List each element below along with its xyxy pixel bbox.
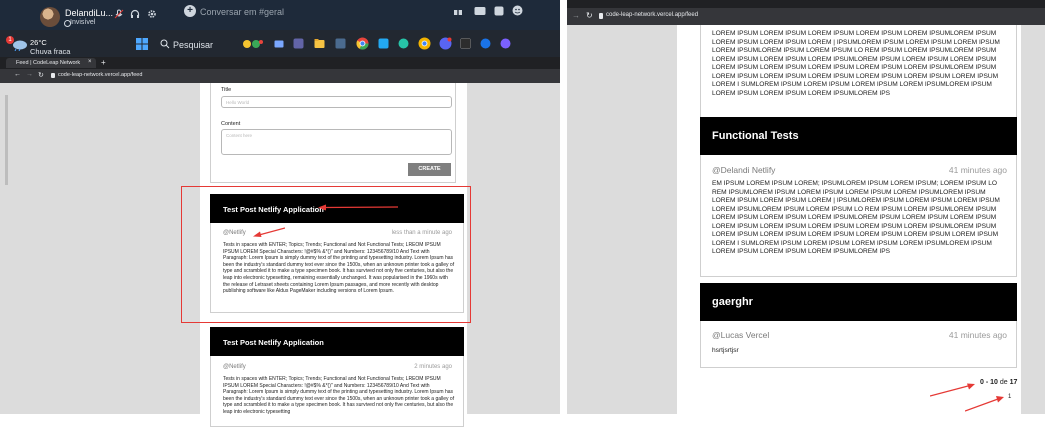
close-tab-icon[interactable]: × xyxy=(88,59,92,65)
post-title: Test Post Netlify Application xyxy=(223,338,324,347)
annotation-arrow-icon xyxy=(253,227,285,237)
chrome-icon[interactable] xyxy=(356,37,369,50)
annotation-arrow-icon xyxy=(318,204,398,211)
pagination-range: 0 - 10 xyxy=(980,379,998,386)
post-card xyxy=(700,318,1017,368)
browser-tab-bar xyxy=(567,0,1045,8)
annotation-arrow-icon xyxy=(930,383,975,397)
sticker-icon[interactable] xyxy=(494,6,504,16)
gear-icon[interactable] xyxy=(147,9,157,19)
annotation-arrow-icon xyxy=(965,396,1004,412)
post-time: 41 minutes ago xyxy=(948,165,1007,175)
forward-icon[interactable]: → xyxy=(572,11,580,20)
search-icon[interactable] xyxy=(160,39,170,49)
profile-name: DelandiLu... xyxy=(65,8,114,18)
pagination-of: de xyxy=(999,379,1008,386)
taskbar-search[interactable]: Pesquisar xyxy=(173,40,213,50)
create-button[interactable]: CREATE xyxy=(408,163,451,176)
weather-description: Chuva fraca xyxy=(30,47,71,56)
pagination-total: 17 xyxy=(1009,379,1018,386)
discord-icon[interactable] xyxy=(439,37,452,50)
terminal-icon[interactable] xyxy=(460,38,471,49)
forward-icon[interactable]: → xyxy=(26,71,33,78)
browser-icon[interactable] xyxy=(500,38,511,49)
post-body: LOREM IPSUM LOREM IPSUM LOREM IPSUM LORE… xyxy=(712,30,1000,97)
post-time: 41 minutes ago xyxy=(948,330,1007,340)
browser-tab[interactable]: Feed | CodeLeap Network xyxy=(6,58,96,68)
lock-icon xyxy=(599,13,603,19)
tab-title: Feed | CodeLeap Network xyxy=(16,60,81,66)
calculator-icon[interactable] xyxy=(335,38,346,49)
reload-icon[interactable]: ↻ xyxy=(38,71,44,79)
add-attachment-button[interactable]: + xyxy=(184,5,196,17)
weather-temperature: 26°C xyxy=(30,38,47,47)
url-field[interactable]: code-leap-network.vercel.app/feed xyxy=(58,72,142,78)
vscode-icon[interactable] xyxy=(378,38,389,49)
back-icon[interactable]: ← xyxy=(14,71,21,78)
scrollbar[interactable] xyxy=(5,95,8,185)
content-label: Content xyxy=(221,121,241,127)
post-body: EM IPSUM LOREM IPSUM LOREM; IPSUMLOREM I… xyxy=(712,180,1000,255)
new-tab-button[interactable]: + xyxy=(101,58,106,67)
file-explorer-icon[interactable] xyxy=(314,38,325,49)
divider xyxy=(560,0,567,414)
post-title: Functional Tests xyxy=(712,130,799,142)
post-body: Tests in spaces with ENTER; Topics; Tren… xyxy=(223,376,455,414)
pagination-summary: 0 - 10 de 17 xyxy=(980,379,1017,386)
windows-start-icon[interactable] xyxy=(136,38,148,50)
mic-off-icon[interactable] xyxy=(114,9,124,19)
widgets-icon[interactable] xyxy=(242,38,264,50)
avatar[interactable] xyxy=(40,7,60,27)
notification-badge: 1 xyxy=(6,36,14,44)
chat-input[interactable]: Conversar em #geral xyxy=(200,7,284,17)
post-author: @Lucas Vercel xyxy=(712,330,770,340)
post-author: @Delandi Netlify xyxy=(712,165,776,175)
gif-icon[interactable] xyxy=(474,6,486,16)
content-textarea[interactable]: Content here xyxy=(221,129,452,155)
app-icon[interactable] xyxy=(398,38,409,49)
profile-status: Invisível xyxy=(70,19,96,26)
teams-icon[interactable] xyxy=(293,38,304,49)
store-icon[interactable] xyxy=(480,38,491,49)
page-number-button[interactable]: 1 xyxy=(1008,394,1011,400)
task-view-icon[interactable] xyxy=(274,39,284,49)
gift-icon[interactable] xyxy=(453,6,463,16)
post-title: gaerghr xyxy=(712,296,753,308)
url-field[interactable]: code-leap-network.vercel.app/feed xyxy=(606,12,698,18)
post-body: hsrtjsrtjsr xyxy=(712,347,739,354)
chrome-dev-icon[interactable] xyxy=(418,37,431,50)
title-input[interactable]: Hello World xyxy=(221,96,452,108)
title-label: Title xyxy=(221,87,232,93)
post-time: 2 minutes ago xyxy=(414,364,452,370)
post-author: @Netlify xyxy=(223,364,246,370)
reload-icon[interactable]: ↻ xyxy=(586,11,593,20)
emoji-icon[interactable] xyxy=(512,5,523,16)
headphones-icon[interactable] xyxy=(130,9,140,19)
lock-icon xyxy=(51,73,55,78)
